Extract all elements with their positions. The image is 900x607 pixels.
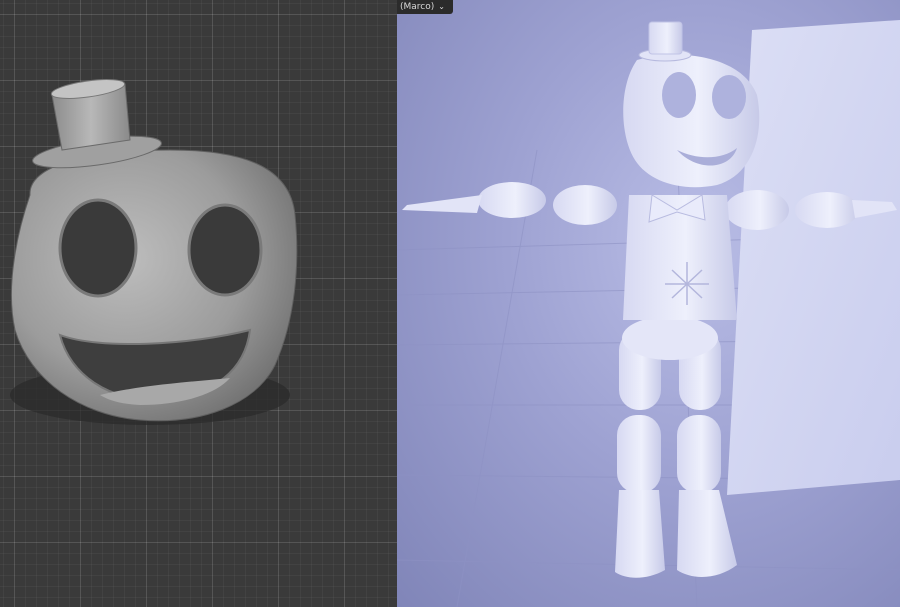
viewport-left[interactable] [0, 0, 397, 607]
viewport-right[interactable]: (Marco) ⌄ [397, 0, 900, 607]
right-shin [677, 415, 721, 493]
left-upper-arm [553, 185, 617, 225]
chevron-down-icon: ⌄ [438, 2, 445, 11]
torso [623, 195, 737, 320]
left-forearm [478, 182, 546, 218]
character-model [397, 20, 900, 607]
left-eye-socket [58, 198, 138, 298]
character-left-eye [662, 72, 696, 118]
character-head [623, 54, 760, 188]
right-foot [677, 490, 737, 577]
right-eye-socket [187, 203, 263, 297]
screenshot-collage: (Marco) ⌄ [0, 0, 900, 607]
left-shin [617, 415, 661, 493]
left-foot [615, 490, 665, 578]
mode-selector-label: (Marco) [400, 2, 435, 12]
mode-selector[interactable]: (Marco) ⌄ [397, 0, 453, 14]
character-hat-crown [648, 21, 683, 55]
right-upper-arm [725, 190, 789, 230]
right-forearm [795, 192, 859, 228]
left-hand [402, 195, 482, 213]
pelvis [622, 316, 718, 360]
character-right-eye [712, 75, 746, 119]
head-model [10, 79, 298, 425]
